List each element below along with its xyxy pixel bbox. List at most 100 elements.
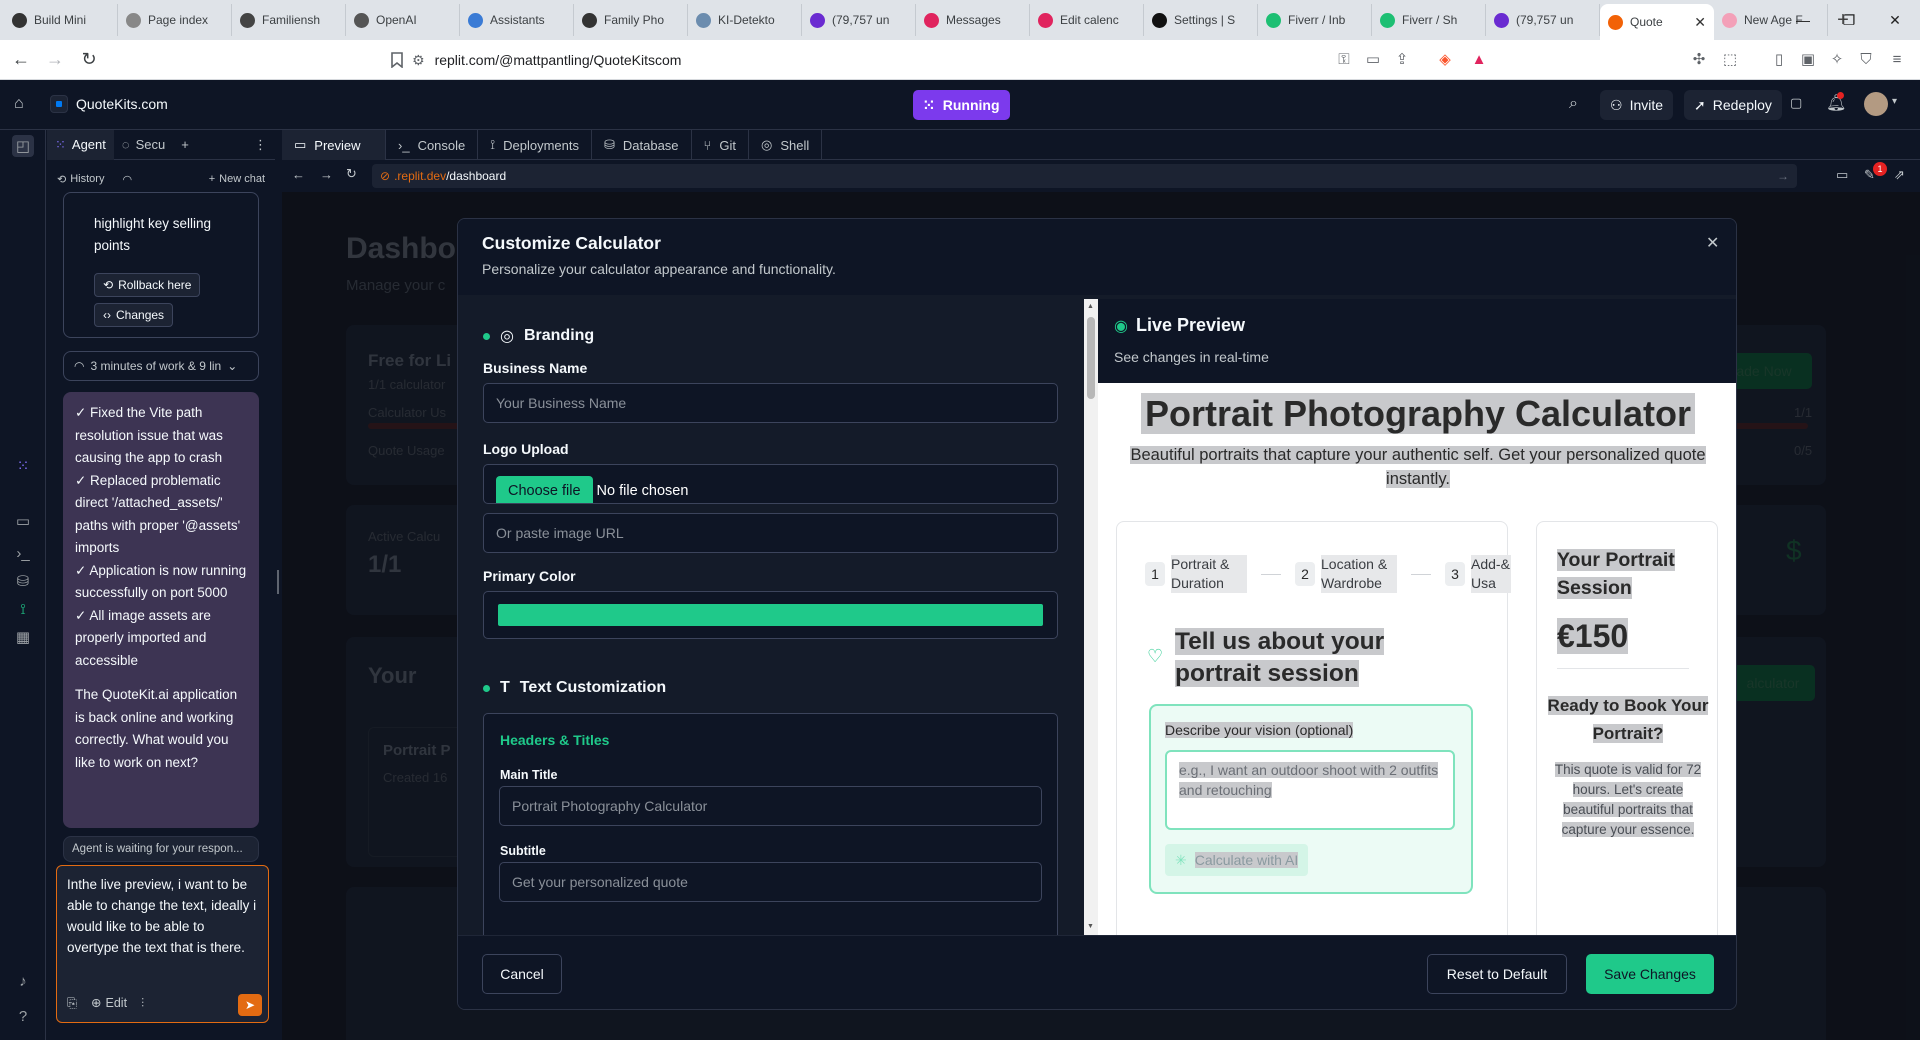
deploy-icon[interactable]: ⟟ (12, 598, 34, 620)
work-summary[interactable]: ◠ 3 minutes of work & 9 lin ⌄ (63, 351, 259, 381)
open-new-tab-icon[interactable]: ⇗ (1894, 167, 1905, 183)
browser-tab[interactable]: OpenAI (346, 4, 460, 36)
session-price[interactable]: €150 (1557, 618, 1629, 654)
session-title[interactable]: Your Portrait Session (1557, 549, 1675, 599)
all-tools-icon[interactable]: ▦ (12, 626, 34, 648)
close-tab-icon[interactable]: ✕ (1694, 14, 1706, 31)
color-swatch[interactable] (498, 604, 1043, 626)
choose-file-button[interactable]: Choose file (496, 476, 593, 503)
edit-button[interactable]: ⊕ Edit (91, 993, 127, 1014)
business-name-input[interactable]: Your Business Name (483, 383, 1058, 423)
avatar[interactable] (1864, 92, 1888, 116)
agent-input[interactable]: Inthe live preview, i want to be able to… (56, 865, 269, 1023)
site-info-icon[interactable]: ⚙ (412, 52, 425, 69)
sidebar-toggle-icon[interactable]: ▯ (1768, 48, 1790, 70)
browser-tab[interactable]: Family Pho (574, 4, 688, 36)
valid-text[interactable]: This quote is valid for 72 hours. Let's … (1554, 762, 1702, 837)
back-icon[interactable]: ← (4, 43, 38, 77)
step-item[interactable]: 2 Location & Wardrobe (1295, 555, 1397, 593)
tab-preview[interactable]: ▭ Preview (282, 130, 386, 160)
wallet-icon[interactable]: ▣ (1797, 48, 1819, 70)
run-status-button[interactable]: ⁙ Running (913, 90, 1010, 120)
downloads-icon[interactable]: ⬚ (1719, 48, 1741, 70)
add-tab-button[interactable]: + (173, 130, 197, 160)
close-window-button[interactable]: ✕ (1872, 0, 1918, 40)
main-title-input[interactable]: Portrait Photography Calculator (499, 786, 1042, 826)
browser-tab[interactable]: KI-Detekto (688, 4, 802, 36)
preview-url-field[interactable]: ⊘ .replit.dev/dashboard → (372, 164, 1797, 188)
preview-icon[interactable]: ▭ (12, 510, 34, 532)
help-icon[interactable]: ? (12, 1005, 34, 1027)
key-icon[interactable]: ⚿ (1333, 48, 1355, 70)
send-button[interactable]: ➤ (238, 994, 262, 1016)
go-icon[interactable]: → (1777, 169, 1789, 183)
brave-rewards-icon[interactable]: ▲ (1468, 48, 1490, 70)
minimize-button[interactable]: — (1780, 0, 1826, 40)
screen-icon[interactable]: ▢ (1790, 95, 1802, 111)
tab-deployments[interactable]: ⟟ Deployments (478, 130, 592, 160)
scrollbar[interactable]: ▲ ▼ (1084, 299, 1098, 935)
reload-icon[interactable]: ↻ (72, 43, 106, 77)
panel-resize-handle[interactable] (277, 570, 279, 594)
url-field[interactable]: ⚙ replit.com/@mattpantling/QuoteKitscom (412, 47, 1412, 73)
image-url-input[interactable]: Or paste image URL (483, 513, 1058, 553)
database-icon[interactable]: ⛁ (12, 570, 34, 592)
cancel-button[interactable]: Cancel (482, 954, 562, 994)
browser-tab[interactable]: Familiensh (232, 4, 346, 36)
browser-tab[interactable]: Assistants (460, 4, 574, 36)
subtitle-input[interactable]: Get your personalized quote (499, 862, 1042, 902)
browser-tab[interactable]: Page index (118, 4, 232, 36)
primary-color-picker[interactable] (483, 591, 1058, 639)
devices-icon[interactable]: ▭ (1836, 167, 1848, 183)
browser-tab[interactable]: Fiverr / Inb (1258, 4, 1372, 36)
tab-shell[interactable]: ◎ Shell (749, 130, 823, 160)
tab-console[interactable]: ›_ Console (386, 130, 479, 160)
agent-input-text[interactable]: Inthe live preview, i want to be able to… (67, 874, 258, 958)
reset-default-button[interactable]: Reset to Default (1427, 954, 1567, 994)
more-options-icon[interactable]: ⋮ (246, 130, 275, 160)
progress-icon[interactable]: ◠ (122, 173, 132, 186)
ready-title[interactable]: Ready to Book Your Portrait? (1547, 696, 1709, 743)
bookmark-icon[interactable] (380, 43, 414, 77)
save-changes-button[interactable]: Save Changes (1586, 954, 1714, 994)
project-name[interactable]: QuoteKits.com (76, 96, 168, 112)
logo-file-input[interactable]: Choose file No file chosen (483, 464, 1058, 504)
attach-icon[interactable]: ⎘ (67, 993, 77, 1014)
browser-tab[interactable]: Messages (916, 4, 1030, 36)
scrollbar-thumb[interactable] (1087, 317, 1095, 399)
browser-tab[interactable]: Build Mini (4, 4, 118, 36)
brave-shield-icon[interactable]: ◈ (1434, 48, 1456, 70)
chevron-down-icon[interactable]: ▾ (1892, 96, 1897, 107)
history-button[interactable]: ⟲ History (57, 173, 104, 186)
scroll-down-icon[interactable]: ▼ (1087, 923, 1094, 930)
close-icon[interactable]: ✕ (1706, 233, 1719, 253)
changes-button[interactable]: ‹› Changes (94, 303, 174, 327)
calc-title[interactable]: Portrait Photography Calculator (1140, 393, 1696, 434)
redeploy-button[interactable]: ➚ Redeploy (1684, 90, 1782, 120)
browser-tab[interactable]: (79,757 un (1486, 4, 1600, 36)
preview-back-icon[interactable]: ← (292, 167, 305, 182)
vpn-icon[interactable]: ⛉ (1855, 48, 1877, 70)
search-icon[interactable]: ⌕ (1569, 95, 1578, 113)
cast-icon[interactable]: ▭ (1362, 48, 1384, 70)
new-chat-button[interactable]: + New chat (209, 173, 265, 185)
leo-ai-icon[interactable]: ✧ (1826, 48, 1848, 70)
forward-icon[interactable]: → (38, 43, 72, 77)
vision-textarea[interactable]: e.g., I want an outdoor shoot with 2 out… (1165, 750, 1455, 830)
browser-tab[interactable]: Fiverr / Sh (1372, 4, 1486, 36)
step-item[interactable]: 1 Portrait & Duration (1145, 555, 1247, 593)
alert-icon[interactable]: ♪ (12, 970, 34, 992)
section-title[interactable]: Tell us about your portrait session (1175, 628, 1385, 687)
browser-tab[interactable]: (79,757 un (802, 4, 916, 36)
calc-subtitle[interactable]: Beautiful portraits that capture your au… (1130, 446, 1706, 488)
invite-button[interactable]: ⚇ Invite (1600, 90, 1674, 120)
tab-database[interactable]: ⛁ Database (592, 130, 692, 160)
tab-agent[interactable]: ⁙ Agent (47, 129, 114, 160)
step-item[interactable]: 3 Add-& Usa (1445, 555, 1511, 593)
tab-security[interactable]: ◌ Secu (114, 130, 173, 160)
browser-tab[interactable]: Edit calenc (1030, 4, 1144, 36)
home-icon[interactable]: ⌂ (14, 95, 24, 113)
console-icon[interactable]: ›_ (12, 542, 34, 564)
tab-git[interactable]: ⑂ Git (692, 130, 749, 160)
preview-forward-icon[interactable]: → (320, 167, 333, 182)
